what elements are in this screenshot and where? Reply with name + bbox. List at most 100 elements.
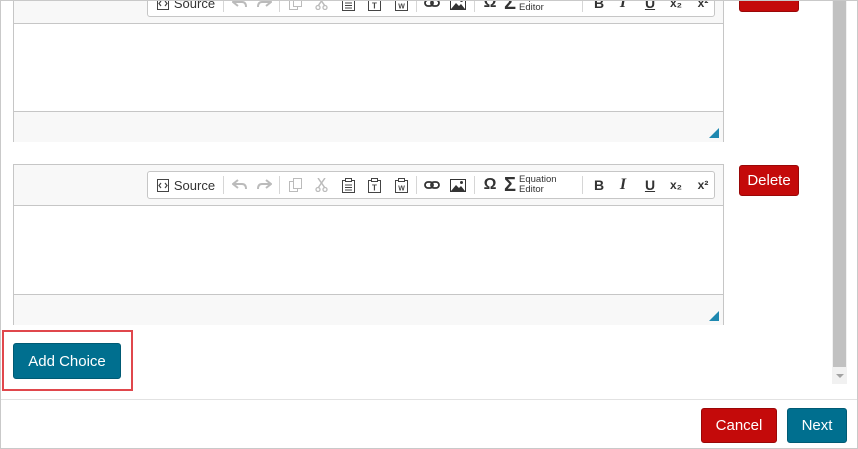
italic-button[interactable]: I [614, 172, 632, 198]
paste-button[interactable] [338, 1, 358, 16]
underline-button[interactable]: U [641, 1, 659, 16]
subscript-button[interactable]: x₂ [666, 1, 686, 16]
link-button[interactable] [422, 172, 442, 198]
link-button[interactable] [422, 1, 442, 16]
link-icon [424, 1, 440, 7]
subscript-button[interactable]: x₂ [666, 172, 686, 198]
source-label: Source [173, 177, 216, 193]
redo-button[interactable] [254, 1, 274, 16]
cut-icon [314, 1, 328, 10]
redo-icon [257, 1, 272, 8]
paste-text-button[interactable]: T [364, 1, 384, 16]
subscript-icon: x₂ [669, 178, 682, 192]
bold-icon: B [593, 1, 605, 11]
omega-icon: Ω [483, 1, 497, 11]
source-icon [156, 1, 169, 10]
choice-text-area[interactable] [14, 24, 723, 112]
paste-word-button[interactable]: W [391, 1, 411, 16]
bold-button[interactable]: B [590, 1, 608, 16]
editor-toolbar: Source T W Ω Σ [147, 171, 715, 199]
source-button[interactable]: Source [152, 172, 220, 198]
copy-button[interactable] [285, 1, 305, 16]
omega-icon: Ω [483, 176, 497, 193]
cut-button[interactable] [311, 1, 331, 16]
underline-icon: U [644, 1, 656, 11]
resize-handle[interactable] [709, 311, 719, 321]
undo-icon [232, 179, 247, 190]
superscript-icon: x² [697, 1, 709, 10]
undo-icon [232, 1, 247, 8]
italic-icon: I [619, 1, 627, 11]
svg-text:T: T [372, 183, 377, 192]
source-label: Source [173, 1, 216, 11]
sigma-icon: Σ [504, 173, 517, 196]
image-icon [450, 1, 466, 10]
editor-status-bar [14, 294, 723, 325]
svg-text:T: T [372, 1, 377, 10]
redo-button[interactable] [254, 172, 274, 198]
italic-button[interactable]: I [614, 1, 632, 16]
footer-divider [1, 399, 857, 400]
paste-text-icon: T [367, 1, 381, 11]
image-icon [450, 178, 466, 192]
special-character-button[interactable]: Ω [480, 1, 500, 16]
paste-icon [341, 177, 355, 193]
dialog-frame: Source T W Ω Σ Editor B I U x₂ x² Source… [0, 0, 858, 449]
equation-editor-label: EquationEditor [519, 1, 557, 13]
equation-editor-label: EquationEditor [519, 174, 557, 195]
underline-button[interactable]: U [641, 172, 659, 198]
resize-handle[interactable] [709, 128, 719, 138]
paste-button[interactable] [338, 172, 358, 198]
chevron-down-icon [835, 374, 844, 378]
superscript-button[interactable]: x² [693, 1, 713, 16]
delete-choice-2-button[interactable]: Delete [739, 165, 799, 196]
copy-button[interactable] [285, 172, 305, 198]
scrollbar-thumb[interactable] [833, 1, 846, 367]
copy-icon [288, 178, 302, 192]
scroll-down-button[interactable] [832, 368, 847, 384]
add-choice-button[interactable]: Add Choice [13, 343, 121, 379]
svg-text:W: W [398, 185, 405, 192]
paste-word-icon: W [394, 1, 408, 11]
bold-icon: B [593, 177, 605, 193]
choices-scroll-area: Source T W Ω Σ Editor B I U x₂ x² Source… [1, 1, 849, 399]
equation-editor-button[interactable]: Σ EquationEditor [504, 1, 584, 16]
choice-text-area[interactable] [14, 206, 723, 294]
editor-status-bar [14, 111, 723, 142]
redo-icon [257, 179, 272, 190]
copy-icon [288, 1, 302, 10]
editor-toolbar-area: Source T W Ω Σ [14, 1, 723, 24]
choice-editor-1: Source T W Ω Σ Editor B I U x₂ x² [13, 1, 724, 142]
bold-button[interactable]: B [590, 172, 608, 198]
equation-editor-button[interactable]: Σ EquationEditor [504, 172, 584, 198]
paste-text-button[interactable]: T [364, 172, 384, 198]
paste-word-icon: W [394, 177, 408, 193]
cut-button[interactable] [311, 172, 331, 198]
undo-button[interactable] [230, 1, 250, 16]
image-button[interactable] [448, 172, 468, 198]
paste-icon [341, 1, 355, 11]
cut-icon [314, 178, 328, 192]
delete-choice-1-button[interactable] [739, 1, 799, 12]
source-button[interactable]: Source [152, 1, 220, 16]
next-button[interactable]: Next [787, 408, 847, 443]
superscript-icon: x² [697, 178, 709, 192]
editor-toolbar: Source T W Ω Σ [147, 1, 715, 17]
superscript-button[interactable]: x² [693, 172, 713, 198]
vertical-scrollbar[interactable] [832, 1, 847, 384]
editor-toolbar-area: Source T W Ω Σ [14, 165, 723, 206]
paste-word-button[interactable]: W [391, 172, 411, 198]
special-character-button[interactable]: Ω [480, 172, 500, 198]
paste-text-icon: T [367, 177, 381, 193]
underline-icon: U [644, 177, 656, 193]
subscript-icon: x₂ [669, 1, 682, 10]
source-icon [156, 178, 169, 192]
cancel-button[interactable]: Cancel [701, 408, 777, 443]
choice-editor-2: Source T W Ω Σ Equation Editor B I U x₂ … [13, 164, 724, 325]
sigma-icon: Σ [504, 1, 517, 14]
italic-icon: I [619, 176, 627, 193]
undo-button[interactable] [230, 172, 250, 198]
image-button[interactable] [448, 1, 468, 16]
svg-text:W: W [398, 3, 405, 10]
link-icon [424, 181, 440, 189]
